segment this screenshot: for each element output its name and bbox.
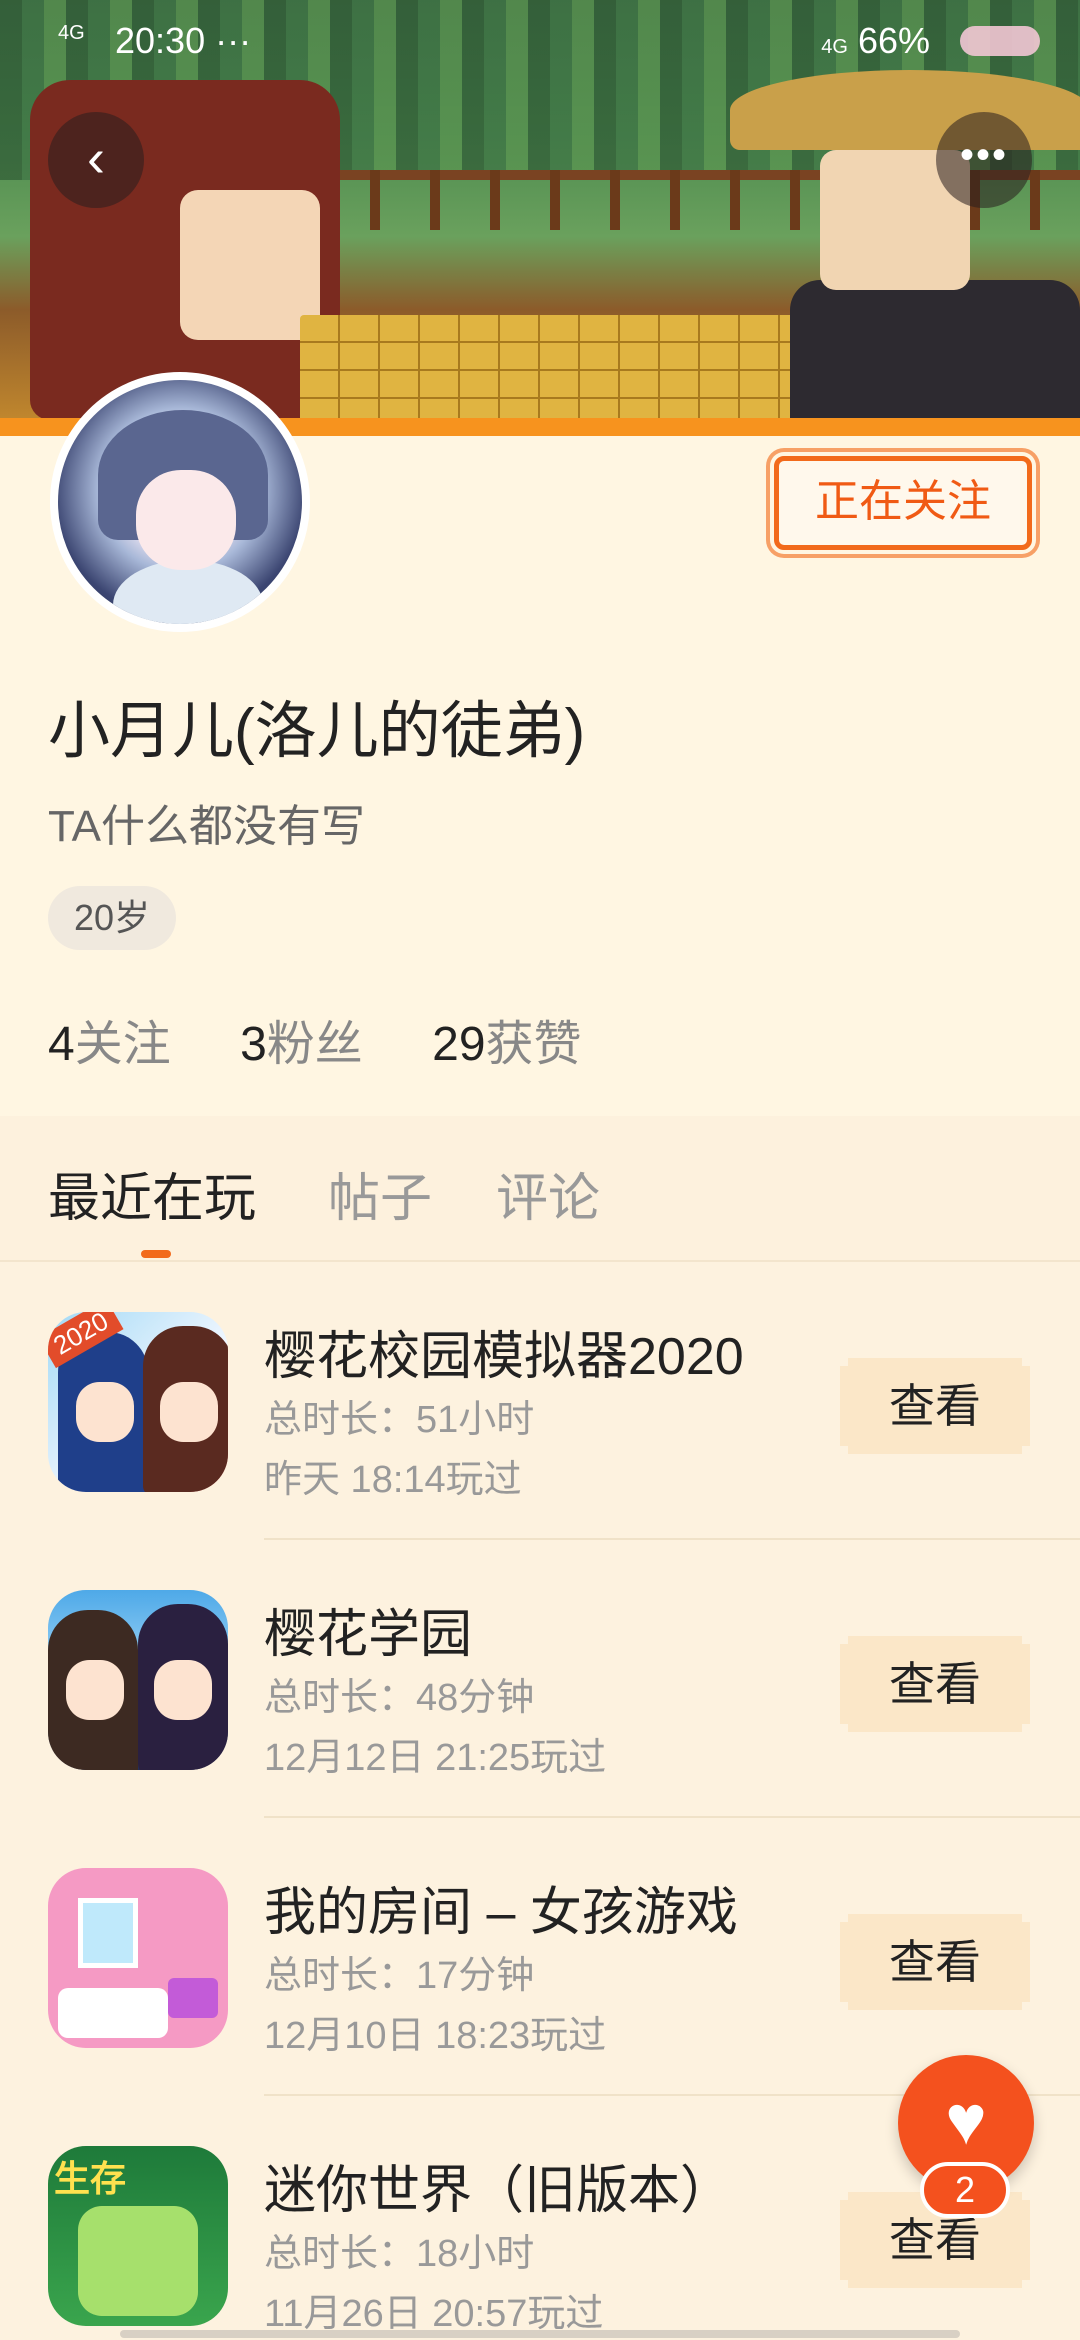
profile-stats: 4关注 3粉丝 29获赞 [48,1004,638,1074]
tab-recently-played[interactable]: 最近在玩 [48,1156,256,1231]
status-right: 4G 66% [821,20,930,62]
home-indicator [120,2330,960,2338]
signal-icon: 4G [58,22,85,44]
game-duration: 总时长：17分钟 [264,1955,535,1997]
stat-following[interactable]: 4关注 [48,1004,171,1074]
game-last-played: 11月26日 20:57玩过 [264,2293,604,2335]
status-bar: 4G 20:30 ··· 4G 66% [0,0,1080,80]
game-icon: 生存 [48,2146,228,2326]
view-button[interactable]: 查看 [840,1358,1030,1454]
game-title: 樱花学园 [264,1606,473,1664]
status-time: 20:30 ··· [115,20,252,61]
network-icon: 4G [821,36,848,58]
like-count-badge: 2 [920,2162,1010,2218]
view-button[interactable]: 查看 [840,1636,1030,1732]
game-duration: 总时长：48分钟 [264,1677,535,1719]
list-item[interactable]: 2020 樱花校园模拟器2020 总时长：51小时 昨天 18:14玩过 查看 [0,1262,1080,1540]
game-icon: 2020 [48,1312,228,1492]
game-icon [48,1590,228,1770]
game-last-played: 昨天 18:14玩过 [264,1459,522,1501]
list-item[interactable]: 我的房间 – 女孩游戏 总时长：17分钟 12月10日 18:23玩过 查看 [0,1818,1080,2096]
bio: TA什么都没有写 [48,802,365,851]
battery-level: 66% [857,20,930,61]
list-item[interactable]: 樱花学园 总时长：48分钟 12月12日 21:25玩过 查看 [0,1540,1080,1818]
view-button[interactable]: 查看 [840,1914,1030,2010]
game-title: 我的房间 – 女孩游戏 [264,1884,738,1942]
game-title: 迷你世界（旧版本） [264,2162,733,2220]
more-horizontal-icon: ••• [959,133,1008,177]
tab-comments[interactable]: 评论 [496,1156,600,1231]
more-button[interactable]: ••• [936,112,1032,208]
heart-icon: ♥ [945,2081,987,2159]
tab-posts[interactable]: 帖子 [328,1156,432,1231]
game-title: 樱花校园模拟器2020 [264,1328,744,1386]
nickname: 小月儿(洛儿的徒弟) [48,697,586,766]
tab-indicator [141,1250,171,1258]
age-badge: 20岁 [48,886,177,950]
stat-followers[interactable]: 3粉丝 [240,1004,363,1074]
banner-go-board [300,315,820,425]
game-last-played: 12月10日 18:23玩过 [264,2015,607,2057]
battery-icon [960,26,1040,56]
game-last-played: 12月12日 21:25玩过 [264,1737,607,1779]
chevron-left-icon: ‹ [87,128,105,188]
game-duration: 总时长：51小时 [264,1399,535,1441]
following-button[interactable]: 正在关注 [774,456,1032,550]
stat-likes[interactable]: 29获赞 [432,1004,581,1074]
back-button[interactable]: ‹ [48,112,144,208]
game-duration: 总时长：18小时 [264,2233,535,2275]
avatar[interactable] [50,372,310,632]
profile-tabs: 最近在玩 帖子 评论 [0,1116,1080,1262]
banner-character-right [730,40,1080,430]
game-icon [48,1868,228,2048]
